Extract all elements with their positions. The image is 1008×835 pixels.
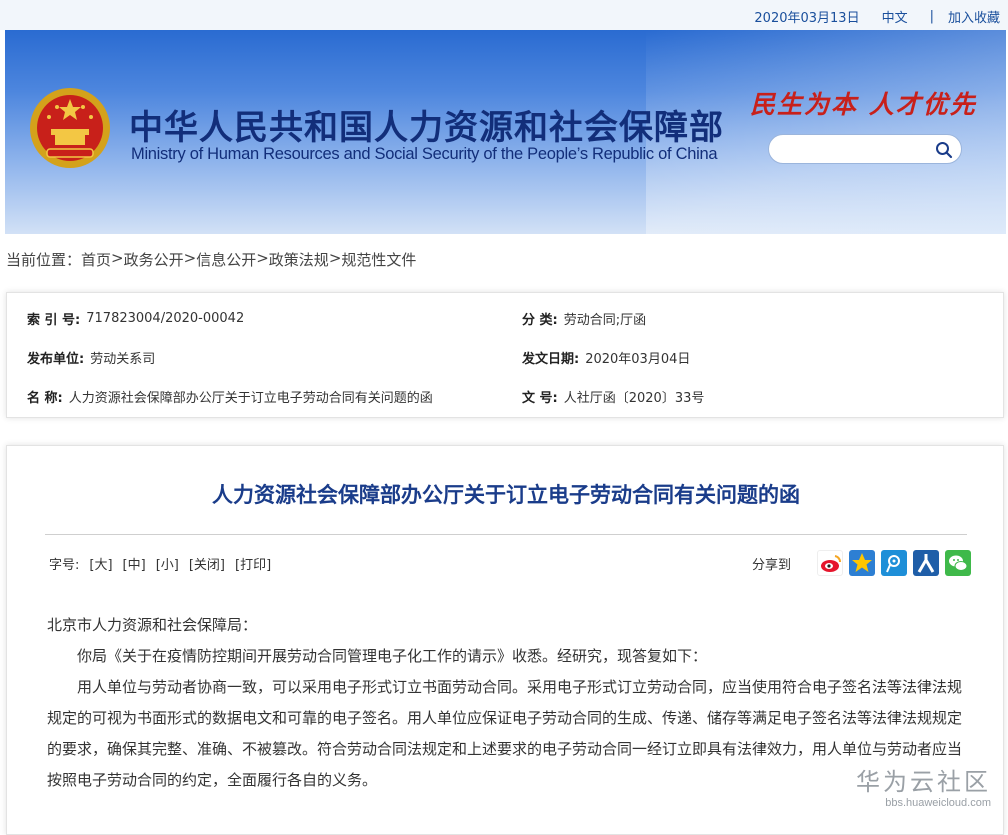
current-date: 2020年03月13日 (754, 11, 860, 26)
site-header-banner: 中华人民共和国人力资源和社会保障部 Ministry of Human Reso… (5, 30, 1006, 234)
meta-category: 分 类: 劳动合同;厅函 (522, 309, 646, 328)
language-link[interactable]: 中文 (882, 7, 908, 26)
breadcrumb-separator: > (183, 249, 197, 267)
print-button[interactable]: [打印] (235, 554, 271, 573)
meta-name: 名 称: 人力资源社会保障部办公厅关于订立电子劳动合同有关问题的函 (27, 387, 433, 406)
renren-icon[interactable] (913, 550, 939, 576)
font-size-label: 字号: (49, 558, 80, 573)
article-panel: 人力资源社会保障部办公厅关于订立电子劳动合同有关问题的函 字号: [大] [中]… (6, 445, 1004, 835)
paragraph-2: 用人单位与劳动者协商一致，可以采用电子形式订立书面劳动合同。采用电子形式订立劳动… (47, 678, 963, 789)
qzone-icon[interactable] (849, 550, 875, 576)
meta-issuer-value: 劳动关系司 (90, 352, 156, 367)
meta-category-value: 劳动合同;厅函 (563, 313, 647, 328)
watermark-title: 华为云社区 (856, 768, 991, 796)
breadcrumb-item-policy[interactable]: 政策法规 (269, 249, 329, 270)
font-medium-button[interactable]: [中] (123, 554, 146, 573)
breadcrumb-item-home[interactable]: 首页 (81, 249, 111, 270)
paragraph-1: 你局《关于在疫情防控期间开展劳动合同管理电子化工作的请示》收悉。经研究，现答复如… (77, 647, 708, 665)
article-body: 北京市人力资源和社会保障局： 你局《关于在疫情防控期间开展劳动合同管理电子化工作… (47, 610, 972, 796)
meta-docno-label: 文 号: (522, 391, 558, 406)
salutation: 北京市人力资源和社会保障局： (47, 616, 258, 634)
meta-issuer-label: 发布单位: (27, 352, 85, 367)
font-small-button[interactable]: [小] (156, 554, 179, 573)
meta-index-label: 索 引 号: (27, 313, 81, 328)
meta-category-label: 分 类: (522, 313, 558, 328)
meta-docno: 文 号: 人社厅函〔2020〕33号 (522, 387, 704, 406)
search-box (768, 134, 962, 164)
topbar-separator: | (929, 9, 934, 24)
slogan: 民生为本 人才优先 (750, 90, 977, 119)
ministry-name-cn: 中华人民共和国人力资源和社会保障部 (129, 108, 724, 148)
top-bar: 2020年03月13日 中文 | 加入收藏 (0, 0, 1008, 30)
tencent-weibo-icon[interactable] (881, 550, 907, 576)
title-divider (45, 534, 967, 535)
font-large-button[interactable]: [大] (89, 554, 112, 573)
add-favorite-link[interactable]: 加入收藏 (948, 7, 1000, 26)
meta-name-value: 人力资源社会保障部办公厅关于订立电子劳动合同有关问题的函 (68, 391, 433, 406)
meta-index-value: 717823004/2020-00042 (86, 311, 245, 326)
meta-date-value: 2020年03月04日 (585, 352, 691, 367)
breadcrumb-item-normative-docs[interactable]: 规范性文件 (341, 249, 416, 270)
breadcrumb: 当前位置： 首页 > 政务公开 > 信息公开 > 政策法规 > 规范性文件 (6, 249, 416, 270)
ministry-name-en: Ministry of Human Resources and Social S… (131, 145, 718, 163)
wechat-icon[interactable] (945, 550, 971, 576)
breadcrumb-separator: > (256, 249, 269, 267)
breadcrumb-item-info[interactable]: 信息公开 (196, 249, 256, 270)
meta-date-label: 发文日期: (522, 352, 580, 367)
search-input[interactable] (781, 135, 941, 163)
breadcrumb-label: 当前位置： (6, 251, 82, 269)
breadcrumb-separator: > (328, 249, 342, 267)
meta-date: 发文日期: 2020年03月04日 (522, 348, 690, 367)
breadcrumb-item-gov-affairs[interactable]: 政务公开 (124, 249, 184, 270)
huawei-cloud-watermark: 华为云社区 bbs.huaweicloud.com (856, 762, 991, 809)
share-icons (817, 550, 971, 576)
search-icon[interactable] (935, 141, 953, 159)
font-size-tools: 字号: [大] [中] [小] [关闭] [打印] (49, 554, 271, 573)
weibo-icon[interactable] (817, 550, 843, 576)
meta-docno-value: 人社厅函〔2020〕33号 (563, 391, 705, 406)
meta-issuer: 发布单位: 劳动关系司 (27, 348, 155, 367)
close-button[interactable]: [关闭] (189, 554, 225, 573)
national-emblem-icon (30, 88, 110, 168)
meta-index: 索 引 号: 717823004/2020-00042 (27, 309, 244, 328)
watermark-url: bbs.huaweicloud.com (885, 797, 991, 809)
document-meta-panel: 索 引 号: 717823004/2020-00042 分 类: 劳动合同;厅函… (6, 292, 1004, 418)
share-label: 分享到 (752, 558, 792, 573)
article-title: 人力资源社会保障部办公厅关于订立电子劳动合同有关问题的函 (212, 483, 800, 507)
meta-name-label: 名 称: (27, 391, 63, 406)
breadcrumb-separator: > (111, 249, 124, 267)
